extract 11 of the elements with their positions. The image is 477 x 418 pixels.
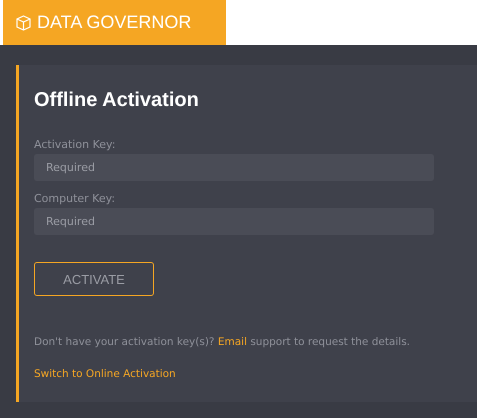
cube-icon (16, 14, 31, 30)
app-title: DATA GOVERNOR (37, 12, 192, 33)
email-link[interactable]: Email (218, 336, 247, 348)
field-label: Activation Key: (34, 138, 116, 151)
input-field[interactable]: Required (34, 154, 434, 181)
card-title: Offline Activation (34, 89, 199, 112)
activate-button[interactable]: ACTIVATE (34, 262, 154, 296)
field-label: Computer Key: (34, 192, 116, 205)
switch-link[interactable]: Switch to Online Activation (34, 368, 176, 380)
help-text: Don't have your activation key(s)? Email support to request the details. (34, 336, 410, 348)
input-field[interactable]: Required (34, 208, 434, 235)
